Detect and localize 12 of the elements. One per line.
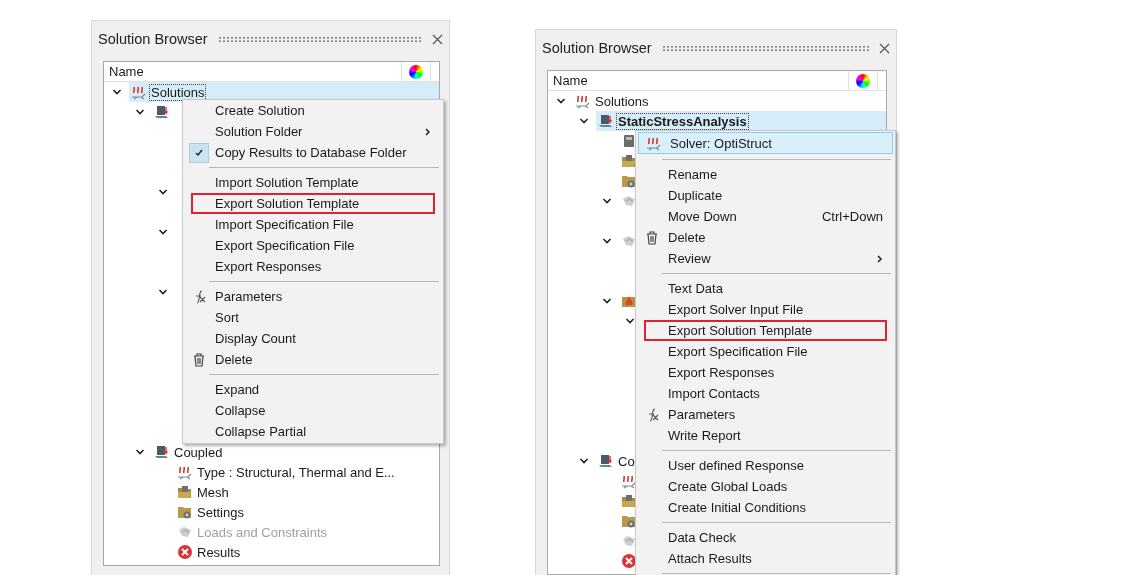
- tree-label: Coupled: [173, 443, 224, 461]
- panel-title: Solution Browser: [542, 40, 652, 56]
- tree-label: Settings: [196, 503, 245, 521]
- tree-label: Solutions: [594, 92, 650, 110]
- tree-label: StaticStressAnalysis: [616, 112, 749, 130]
- tree-label: Mesh: [196, 483, 230, 501]
- panel-title: Solution Browser: [98, 31, 208, 47]
- tree-label: Type : Structural, Thermal and E...: [196, 463, 396, 481]
- tree-label: Co: [617, 452, 636, 470]
- tree-label: Results: [196, 543, 242, 561]
- tree-label: Loads and Constraints: [196, 523, 329, 541]
- shortcut-label: Ctrl+Down: [821, 209, 883, 224]
